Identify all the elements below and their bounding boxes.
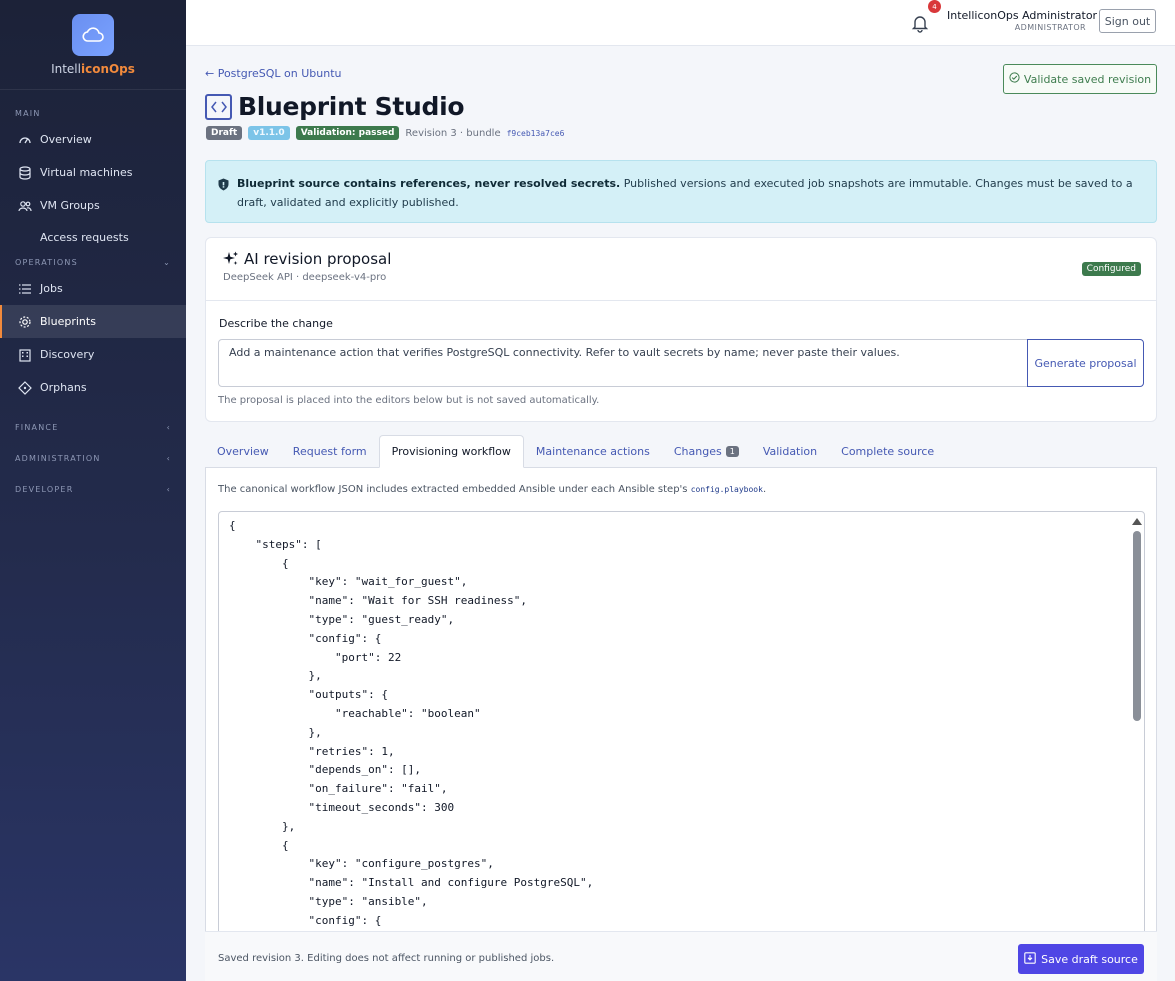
ai-proposal-card: AI revision proposal DeepSeek API · deep… <box>205 237 1157 422</box>
scroll-up-arrow-icon[interactable] <box>1132 518 1142 525</box>
validate-label: Validate saved revision <box>1023 72 1152 86</box>
main-content: ← PostgreSQL on Ubuntu Validate saved re… <box>186 46 1175 981</box>
workflow-json-editor[interactable]: { "steps": [ { "key": "wait_for_guest", … <box>218 511 1145 981</box>
notification-count-badge: 4 <box>928 0 941 13</box>
validation-badge: Validation: passed <box>295 126 400 140</box>
sparkle-icon <box>223 251 239 270</box>
workflow-json-code[interactable]: { "steps": [ { "key": "wait_for_guest", … <box>229 517 593 931</box>
check-circle-icon <box>1009 72 1020 86</box>
sidebar-item-virtual-machines[interactable]: Virtual machines <box>0 156 186 189</box>
sidebar-item-label: Virtual machines <box>40 166 133 179</box>
nav-section-administration[interactable]: ADMINISTRATION ‹ <box>0 443 186 474</box>
shield-icon <box>218 178 229 197</box>
blueprint-tabs: Overview Request form Provisioning workf… <box>205 435 1157 468</box>
brand: IntelliconOps <box>0 0 186 90</box>
sidebar-item-discovery[interactable]: Discovery <box>0 338 186 371</box>
gear-icon <box>18 315 32 329</box>
nav-section-main: MAIN <box>15 108 41 118</box>
save-footer: Saved revision 3. Editing does not affec… <box>205 931 1157 981</box>
sidebar-item-jobs[interactable]: Jobs <box>0 272 186 305</box>
diamond-icon <box>18 380 32 395</box>
sidebar-item-label: Jobs <box>40 282 63 295</box>
tab-changes[interactable]: Changes 1 <box>662 435 751 467</box>
sidebar: IntelliconOps MAIN Overview Virtual mach… <box>0 0 186 981</box>
bell-icon[interactable] <box>911 13 929 33</box>
secrets-info-alert: Blueprint source contains references, ne… <box>205 160 1157 223</box>
workflow-hint: The canonical workflow JSON includes ext… <box>218 484 767 495</box>
user-name: IntelliconOps Administrator <box>947 9 1098 22</box>
revision-meta: Draft v1.1.0 Validation: passed Revision… <box>206 126 564 140</box>
tab-label: Changes <box>673 444 722 458</box>
configured-badge: Configured <box>1081 262 1141 276</box>
chevron-left-icon: ‹ <box>166 454 171 463</box>
tab-provisioning-workflow[interactable]: Provisioning workflow <box>378 435 524 468</box>
scroll-thumb[interactable] <box>1133 531 1141 721</box>
top-bar: 4 IntelliconOps Administrator ADMINISTRA… <box>186 0 1175 46</box>
cloud-logo-icon <box>72 14 114 56</box>
save-label: Save draft source <box>1041 952 1138 966</box>
building-icon <box>18 348 32 362</box>
nav-section-operations[interactable]: OPERATIONS ⌄ <box>0 252 186 272</box>
sidebar-item-label: VM Groups <box>40 199 100 212</box>
sidebar-item-label: Overview <box>40 133 92 146</box>
save-draft-source-button[interactable]: Save draft source <box>1018 944 1144 974</box>
changes-count-badge: 1 <box>725 445 739 457</box>
revision-text: Revision 3 · bundle <box>405 127 501 139</box>
list-icon <box>18 282 32 296</box>
sidebar-item-orphans[interactable]: Orphans <box>0 371 186 404</box>
gauge-icon <box>18 133 32 147</box>
sidebar-item-overview[interactable]: Overview <box>0 123 186 156</box>
sidebar-item-vm-groups[interactable]: VM Groups <box>0 189 186 222</box>
save-icon <box>1024 951 1036 967</box>
describe-change-label: Describe the change <box>219 317 333 330</box>
code-icon <box>205 93 232 120</box>
editor-scrollbar[interactable] <box>1132 518 1142 981</box>
generate-proposal-button[interactable]: Generate proposal <box>1027 339 1144 387</box>
sidebar-item-label: Orphans <box>40 381 87 394</box>
page-title-row: Blueprint Studio <box>205 92 465 121</box>
tab-request-form[interactable]: Request form <box>281 435 379 467</box>
playbook-path-code: config.playbook <box>690 485 763 494</box>
tab-validation[interactable]: Validation <box>751 435 829 467</box>
brand-name: IntelliconOps <box>51 62 135 76</box>
ai-card-header: AI revision proposal DeepSeek API · deep… <box>206 238 1156 301</box>
tab-complete-source[interactable]: Complete source <box>829 435 946 467</box>
bundle-hash: f9ceb13a7ce6 <box>506 128 565 138</box>
proposal-note: The proposal is placed into the editors … <box>218 395 600 406</box>
sidebar-item-label: Access requests <box>40 230 129 244</box>
sidebar-item-label: Blueprints <box>40 315 96 328</box>
nav-section-developer[interactable]: DEVELOPER ‹ <box>0 474 186 505</box>
ai-card-title: AI revision proposal <box>244 250 392 268</box>
info-bold-text: Blueprint source contains references, ne… <box>237 177 621 190</box>
provisioning-workflow-panel: The canonical workflow JSON includes ext… <box>205 468 1157 981</box>
sidebar-item-label: Discovery <box>40 348 95 361</box>
sign-out-button[interactable]: Sign out <box>1099 9 1156 33</box>
tab-overview[interactable]: Overview <box>205 435 281 467</box>
chevron-left-icon: ‹ <box>166 423 171 432</box>
validate-saved-revision-button[interactable]: Validate saved revision <box>1003 64 1157 94</box>
footer-note: Saved revision 3. Editing does not affec… <box>218 953 555 964</box>
chevron-down-icon: ⌄ <box>163 257 171 267</box>
database-icon <box>18 165 32 180</box>
user-role: ADMINISTRATOR <box>1014 23 1086 32</box>
sidebar-item-blueprints[interactable]: Blueprints <box>0 305 186 338</box>
users-icon <box>18 199 32 213</box>
back-link[interactable]: ← PostgreSQL on Ubuntu <box>205 67 342 80</box>
sidebar-item-access-requests[interactable]: Access requests <box>0 222 186 252</box>
draft-badge: Draft <box>206 126 243 140</box>
version-badge: v1.1.0 <box>248 126 290 140</box>
ai-card-subtitle: DeepSeek API · deepseek-v4-pro <box>223 272 387 283</box>
chevron-left-icon: ‹ <box>166 485 171 494</box>
tab-maintenance-actions[interactable]: Maintenance actions <box>524 435 662 467</box>
nav-section-finance[interactable]: FINANCE ‹ <box>0 412 186 443</box>
change-description-input[interactable]: Add a maintenance action that verifies P… <box>218 339 1028 387</box>
page-title: Blueprint Studio <box>238 92 465 121</box>
